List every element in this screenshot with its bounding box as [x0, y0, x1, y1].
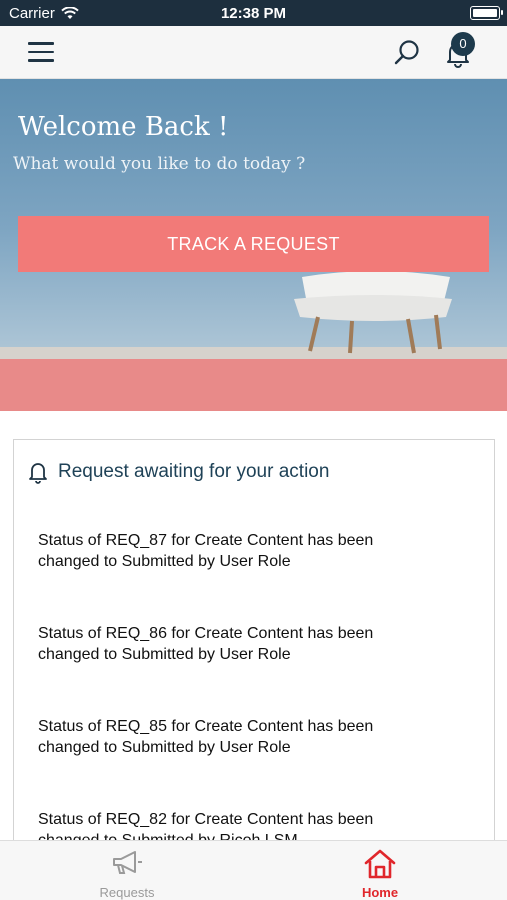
card-header: Request awaiting for your action — [28, 460, 329, 484]
menu-icon-line — [28, 50, 54, 53]
list-item[interactable]: Status of REQ_86 for Create Content has … — [38, 623, 458, 665]
notification-text-line: Status of REQ_82 for Create Content has … — [38, 811, 374, 828]
chair-illustration — [294, 271, 452, 354]
card-title: Request awaiting for your action — [58, 461, 330, 482]
menu-icon-line — [28, 59, 54, 62]
welcome-heading: Welcome Back ! — [18, 112, 229, 142]
notification-text-line: changed to Submitted by User Role — [38, 553, 291, 570]
tab-label: Requests — [99, 885, 155, 900]
menu-icon-line — [28, 42, 54, 45]
notification-text-line: changed to Submitted by User Role — [38, 739, 291, 756]
welcome-subtitle: What would you like to do today ? — [13, 154, 306, 174]
notification-count-badge: 0 — [451, 32, 475, 56]
status-bar: Carrier 12:38 PM — [0, 0, 507, 26]
battery-icon — [470, 6, 503, 20]
notification-text-line: changed to Submitted by User Role — [38, 646, 291, 663]
hero-accent-band — [0, 359, 507, 411]
tab-requests[interactable]: Requests — [47, 841, 207, 900]
awaiting-action-card: Request awaiting for your action Status … — [13, 439, 495, 859]
clock: 12:38 PM — [220, 5, 287, 22]
notification-text-line: Status of REQ_85 for Create Content has … — [38, 718, 374, 735]
search-icon[interactable] — [393, 39, 421, 67]
megaphone-icon — [113, 851, 142, 874]
track-request-button[interactable]: TRACK A REQUEST — [18, 216, 489, 272]
tab-home[interactable]: Home — [300, 841, 460, 900]
app-header: 0 — [0, 26, 507, 79]
bottom-tab-bar: Requests Home — [0, 840, 507, 900]
notification-text-line: Status of REQ_86 for Create Content has … — [38, 625, 374, 642]
hero-banner: Welcome Back ! What would you like to do… — [0, 79, 507, 411]
notification-text-line: Status of REQ_87 for Create Content has … — [38, 532, 374, 549]
home-icon — [364, 849, 396, 879]
menu-button[interactable] — [28, 42, 54, 62]
bell-icon — [29, 463, 47, 484]
list-item[interactable]: Status of REQ_87 for Create Content has … — [38, 530, 458, 572]
tab-label: Home — [361, 885, 399, 900]
list-item[interactable]: Status of REQ_85 for Create Content has … — [38, 716, 458, 758]
